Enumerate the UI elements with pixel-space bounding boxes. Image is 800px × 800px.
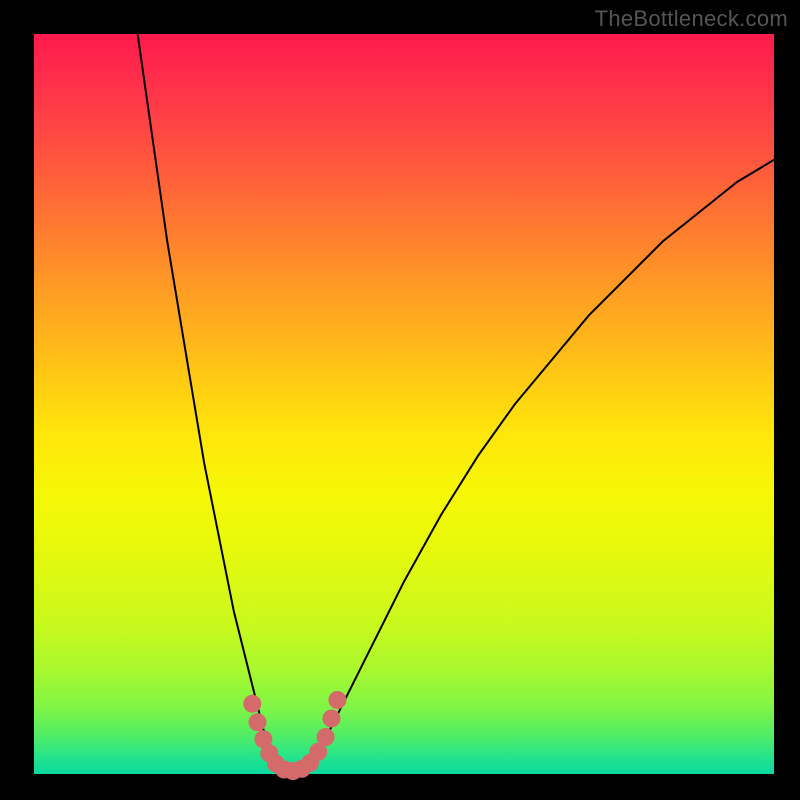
plot-area bbox=[34, 34, 774, 774]
main-curve bbox=[138, 34, 774, 774]
stage: TheBottleneck.com bbox=[0, 0, 800, 800]
overlay-dot bbox=[322, 710, 340, 728]
overlay-dot bbox=[243, 695, 261, 713]
watermark-text: TheBottleneck.com bbox=[595, 6, 788, 32]
plot-svg bbox=[34, 34, 774, 774]
overlay-marker-group bbox=[243, 691, 346, 780]
overlay-dot bbox=[328, 691, 346, 709]
overlay-dot bbox=[317, 728, 335, 746]
overlay-dot bbox=[248, 713, 266, 731]
